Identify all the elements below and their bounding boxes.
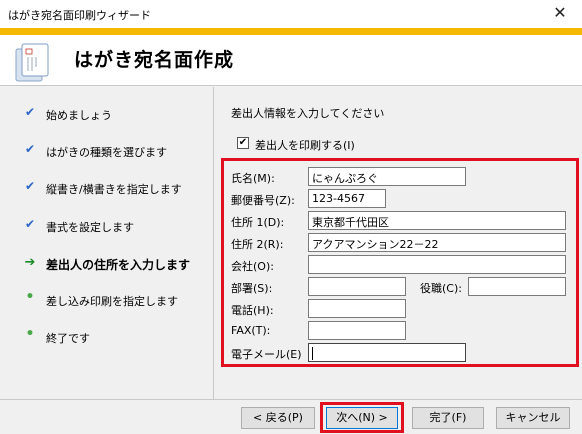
step-format[interactable]: ✔ 書式を設定します	[0, 215, 214, 237]
text-caret	[312, 346, 313, 360]
wizard-steps: ✔ 始めましょう ✔ はがきの種類を選びます ✔ 縦書き/横書きを指定します ✔…	[0, 87, 214, 399]
step-label: 縦書き/横書きを指定します	[46, 183, 182, 196]
check-icon: ✔	[24, 179, 36, 193]
company-label: 会社(O):	[231, 260, 274, 273]
name-label: 氏名(M):	[231, 172, 275, 185]
company-field[interactable]	[308, 255, 566, 274]
address1-label: 住所 1(D):	[231, 216, 285, 229]
fax-label: FAX(T):	[231, 324, 271, 337]
wizard-footer: < 戻る(P) 次へ(N) > 完了(F) キャンセル	[0, 399, 582, 434]
title-bar: はがき宛名面印刷ウィザード ✕	[0, 0, 582, 28]
wizard-header: はがき宛名面作成	[0, 35, 582, 86]
check-icon: ✔	[24, 217, 36, 231]
step-label: 差出人の住所を入力します	[46, 258, 191, 272]
department-field[interactable]	[308, 277, 406, 296]
finish-button[interactable]: 完了(F)	[412, 407, 484, 429]
name-field[interactable]: にゃんぷろぐ	[308, 167, 466, 186]
step-label: 終了です	[46, 332, 90, 345]
step-label: 差し込み印刷を指定します	[46, 295, 178, 308]
cancel-button[interactable]: キャンセル	[496, 407, 570, 429]
bullet-icon: •	[25, 326, 35, 342]
step-label: 書式を設定します	[46, 221, 134, 234]
step-card-type[interactable]: ✔ はがきの種類を選びます	[0, 140, 214, 162]
back-button[interactable]: < 戻る(P)	[241, 407, 315, 429]
email-field[interactable]	[308, 343, 466, 362]
window-title: はがき宛名面印刷ウィザード	[8, 9, 151, 22]
step-orientation[interactable]: ✔ 縦書き/横書きを指定します	[0, 177, 214, 199]
page-title: はがき宛名面作成	[74, 49, 235, 71]
fax-field[interactable]	[308, 321, 406, 340]
phone-label: 電話(H):	[231, 304, 274, 317]
title-field[interactable]	[468, 277, 566, 296]
step-label: 始めましょう	[46, 109, 112, 122]
step-start[interactable]: ✔ 始めましょう	[0, 103, 214, 125]
address2-label: 住所 2(R):	[231, 238, 284, 251]
step-label: はがきの種類を選びます	[46, 146, 167, 159]
postal-field[interactable]: 123-4567	[308, 189, 386, 208]
email-label: 電子メール(E)	[231, 348, 302, 361]
check-icon: ✔	[24, 142, 36, 156]
print-sender-label: 差出人を印刷する(I)	[255, 139, 355, 152]
phone-field[interactable]	[308, 299, 406, 318]
postal-label: 郵便番号(Z):	[231, 194, 295, 207]
bullet-icon: •	[25, 289, 35, 305]
form-heading: 差出人情報を入力してください	[231, 107, 385, 120]
next-button[interactable]: 次へ(N) >	[326, 407, 398, 429]
check-icon: ✔	[24, 105, 36, 119]
title-label: 役職(C):	[420, 282, 462, 295]
address2-field[interactable]: アクアマンション22－22	[308, 233, 566, 252]
accent-stripe	[0, 28, 582, 35]
step-sender-address[interactable]: ➔ 差出人の住所を入力します	[0, 253, 214, 275]
arrow-right-icon: ➔	[24, 255, 36, 270]
step-finish[interactable]: • 終了です	[0, 326, 214, 348]
sender-form-panel: 差出人情報を入力してください ✔ 差出人を印刷する(I) 氏名(M): にゃんぷ…	[215, 87, 582, 399]
close-icon[interactable]: ✕	[548, 3, 572, 22]
address1-field[interactable]: 東京都千代田区	[308, 211, 566, 230]
step-mail-merge[interactable]: • 差し込み印刷を指定します	[0, 289, 214, 311]
postcard-wizard-icon	[15, 43, 49, 82]
department-label: 部署(S):	[231, 282, 273, 295]
print-sender-checkbox[interactable]: ✔	[237, 137, 249, 149]
